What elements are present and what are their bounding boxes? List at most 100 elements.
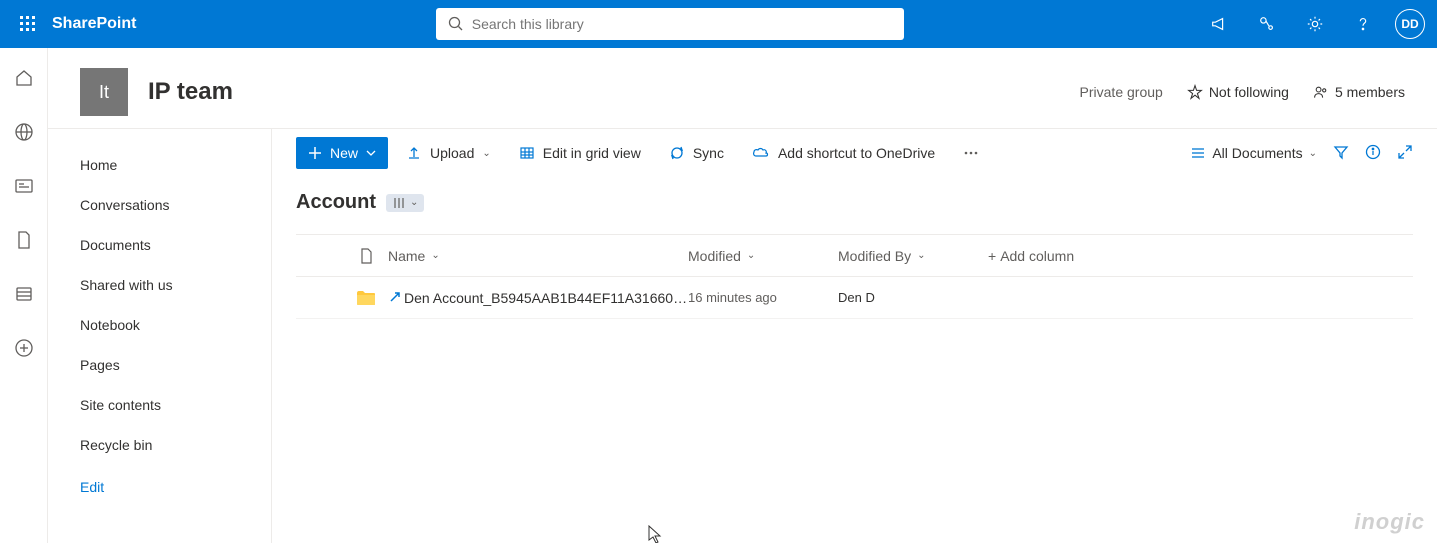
search-wrapper bbox=[136, 8, 1203, 40]
nav-recycle[interactable]: Recycle bin bbox=[48, 425, 271, 465]
more-icon bbox=[963, 145, 979, 161]
info-button[interactable] bbox=[1365, 144, 1381, 163]
rail-news-button[interactable] bbox=[8, 170, 40, 202]
rail-create-button[interactable] bbox=[8, 332, 40, 364]
row-name: Den Account_B5945AAB1B44EF11A316604… bbox=[404, 290, 688, 306]
chevron-down-icon: ⌄ bbox=[1309, 148, 1317, 159]
waffle-icon bbox=[20, 16, 36, 32]
plus-icon bbox=[308, 146, 322, 160]
app-rail bbox=[0, 48, 48, 543]
nav-shared[interactable]: Shared with us bbox=[48, 265, 271, 305]
share-button[interactable] bbox=[1251, 8, 1283, 40]
search-box[interactable] bbox=[436, 8, 904, 40]
nav-notebook[interactable]: Notebook bbox=[48, 305, 271, 345]
column-name-label: Name bbox=[388, 248, 425, 264]
table-header: Name ⌄ Modified ⌄ Modified By ⌄ bbox=[296, 235, 1413, 277]
megaphone-button[interactable] bbox=[1203, 8, 1235, 40]
upload-button[interactable]: Upload ⌄ bbox=[396, 137, 501, 169]
follow-button[interactable]: Not following bbox=[1187, 84, 1289, 100]
add-column-button[interactable]: + Add column bbox=[988, 248, 1108, 264]
follow-label: Not following bbox=[1209, 84, 1289, 100]
column-modified[interactable]: Modified ⌄ bbox=[688, 248, 838, 264]
info-icon bbox=[1365, 144, 1381, 160]
app-launcher-button[interactable] bbox=[12, 8, 44, 40]
expand-icon bbox=[1397, 144, 1413, 160]
new-label: New bbox=[330, 145, 358, 161]
megaphone-icon bbox=[1210, 15, 1228, 33]
members-button[interactable]: 5 members bbox=[1313, 84, 1405, 100]
site-title[interactable]: IP team bbox=[148, 78, 233, 106]
sync-icon bbox=[669, 145, 685, 161]
chevron-down-icon bbox=[366, 148, 376, 158]
rail-files-button[interactable] bbox=[8, 224, 40, 256]
list-columns-chip[interactable]: ⌄ bbox=[386, 194, 424, 212]
table-row[interactable]: Den Account_B5945AAB1B44EF11A316604… 16 … bbox=[296, 277, 1413, 319]
nav-home[interactable]: Home bbox=[48, 145, 271, 185]
gear-icon bbox=[1306, 15, 1324, 33]
search-input[interactable] bbox=[472, 16, 892, 32]
site-header: It IP team Private group Not following 5… bbox=[48, 48, 1437, 129]
privacy-label: Private group bbox=[1080, 84, 1163, 100]
list-icon bbox=[14, 284, 34, 304]
upload-icon bbox=[406, 145, 422, 161]
nav-documents[interactable]: Documents bbox=[48, 225, 271, 265]
share-icon bbox=[1258, 15, 1276, 33]
nav-site-contents[interactable]: Site contents bbox=[48, 385, 271, 425]
file-icon bbox=[14, 230, 34, 250]
chevron-down-icon: ⌄ bbox=[410, 197, 418, 208]
rail-home-button[interactable] bbox=[8, 62, 40, 94]
view-selector[interactable]: All Documents ⌄ bbox=[1190, 145, 1317, 161]
people-icon bbox=[1313, 84, 1329, 100]
user-avatar[interactable]: DD bbox=[1395, 9, 1425, 39]
column-type-icon[interactable] bbox=[344, 248, 388, 264]
members-label: 5 members bbox=[1335, 84, 1405, 100]
help-icon bbox=[1354, 15, 1372, 33]
new-button[interactable]: New bbox=[296, 137, 388, 169]
rail-globe-button[interactable] bbox=[8, 116, 40, 148]
onedrive-icon bbox=[752, 145, 770, 161]
left-nav: Home Conversations Documents Shared with… bbox=[48, 129, 272, 543]
plus-icon: + bbox=[988, 248, 996, 264]
filter-button[interactable] bbox=[1333, 144, 1349, 163]
star-icon bbox=[1187, 84, 1203, 100]
suite-icons: DD bbox=[1203, 8, 1425, 40]
nav-edit-link[interactable]: Edit bbox=[48, 465, 271, 509]
help-button[interactable] bbox=[1347, 8, 1379, 40]
column-modified-label: Modified bbox=[688, 248, 741, 264]
app-name[interactable]: SharePoint bbox=[52, 15, 136, 33]
column-modified-by[interactable]: Modified By ⌄ bbox=[838, 248, 988, 264]
edit-grid-button[interactable]: Edit in grid view bbox=[509, 137, 651, 169]
nav-pages[interactable]: Pages bbox=[48, 345, 271, 385]
document-table: Name ⌄ Modified ⌄ Modified By ⌄ bbox=[296, 234, 1413, 319]
rail-lists-button[interactable] bbox=[8, 278, 40, 310]
column-name[interactable]: Name ⌄ bbox=[388, 248, 688, 264]
columns-icon bbox=[392, 196, 406, 210]
settings-button[interactable] bbox=[1299, 8, 1331, 40]
list-view-icon bbox=[1190, 145, 1206, 161]
plus-circle-icon bbox=[14, 338, 34, 358]
site-logo[interactable]: It bbox=[80, 68, 128, 116]
globe-icon bbox=[14, 122, 34, 142]
home-icon bbox=[14, 68, 34, 88]
row-modified: 16 minutes ago bbox=[688, 290, 838, 305]
sync-button[interactable]: Sync bbox=[659, 137, 734, 169]
chevron-down-icon: ⌄ bbox=[431, 250, 439, 261]
edit-grid-label: Edit in grid view bbox=[543, 145, 641, 161]
list-title-row: Account ⌄ bbox=[296, 191, 1413, 214]
add-column-label: Add column bbox=[1000, 248, 1074, 264]
column-modified-by-label: Modified By bbox=[838, 248, 911, 264]
shortcut-label: Add shortcut to OneDrive bbox=[778, 145, 935, 161]
grid-icon bbox=[519, 145, 535, 161]
view-label: All Documents bbox=[1212, 145, 1302, 161]
shortcut-button[interactable]: Add shortcut to OneDrive bbox=[742, 137, 945, 169]
expand-button[interactable] bbox=[1397, 144, 1413, 163]
chevron-down-icon: ⌄ bbox=[917, 250, 925, 261]
more-button[interactable] bbox=[953, 137, 989, 169]
chevron-down-icon: ⌄ bbox=[482, 148, 490, 159]
file-icon bbox=[359, 248, 373, 264]
chevron-down-icon: ⌄ bbox=[747, 250, 755, 261]
watermark: inogic bbox=[1354, 509, 1425, 535]
command-bar: New Upload ⌄ Edit in grid view Syn bbox=[272, 129, 1437, 177]
shortcut-badge-icon bbox=[388, 290, 402, 304]
nav-conversations[interactable]: Conversations bbox=[48, 185, 271, 225]
